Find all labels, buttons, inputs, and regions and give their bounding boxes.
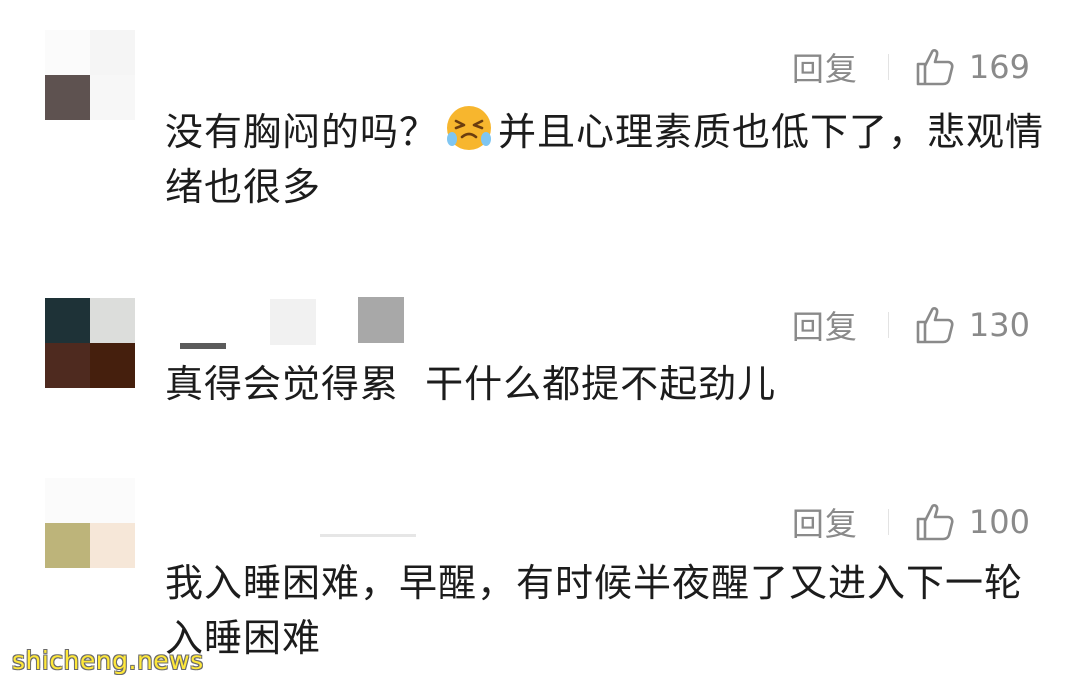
comment-text-part: 没有胸闷的吗？ — [165, 110, 439, 154]
comment-text: 真得会觉得累 干什么都提不起劲儿 — [165, 362, 777, 406]
avatar-tile — [90, 30, 135, 75]
avatar-tile — [90, 75, 135, 120]
divider — [887, 54, 889, 80]
avatar[interactable] — [45, 298, 135, 388]
comment-text: 我入睡困难，早醒，有时候半夜醒了又进入下一轮入睡困难 — [165, 561, 1024, 660]
comment-text: 没有胸闷的吗？ 并且心理素质也低下了，悲观情绪也很多 — [165, 103, 1045, 215]
avatar-tile — [45, 478, 90, 523]
like-count: 169 — [968, 48, 1030, 86]
avatar-tile — [90, 478, 135, 523]
avatar-tile — [45, 30, 90, 75]
username-redacted[interactable] — [170, 525, 420, 545]
username-redacted[interactable] — [170, 295, 410, 355]
comment-1: 回复 169 没有胸闷的吗？ 并且心理素质也低下了，悲观情绪也很多 — [0, 0, 1080, 230]
avatar[interactable] — [45, 478, 135, 568]
comment-actions: 回复 169 — [792, 44, 1030, 90]
like-count: 130 — [968, 306, 1030, 344]
avatar-tile — [45, 343, 90, 388]
watermark: shicheng.news — [12, 646, 204, 675]
avatar-tile — [45, 75, 90, 120]
divider — [887, 312, 889, 338]
reply-button[interactable]: 回复 — [792, 499, 858, 545]
comment-actions: 回复 100 — [792, 499, 1030, 545]
thumbs-up-icon[interactable] — [915, 305, 955, 345]
divider — [887, 509, 889, 535]
comment-actions: 回复 130 — [792, 302, 1030, 348]
avatar-tile — [45, 523, 90, 568]
like-count: 100 — [968, 503, 1030, 541]
reply-button[interactable]: 回复 — [792, 302, 858, 348]
comment-3: 回复 100 我入睡困难，早醒，有时候半夜醒了又进入下一轮入睡困难 — [0, 0, 1080, 660]
reply-button[interactable]: 回复 — [792, 44, 858, 90]
thumbs-up-icon[interactable] — [915, 47, 955, 87]
avatar-tile — [90, 343, 135, 388]
thumbs-up-icon[interactable] — [915, 502, 955, 542]
avatar-tile — [45, 298, 90, 343]
avatar-tile — [90, 298, 135, 343]
avatar[interactable] — [45, 30, 135, 120]
avatar-tile — [90, 523, 135, 568]
crying-laughing-face-icon — [447, 106, 492, 150]
